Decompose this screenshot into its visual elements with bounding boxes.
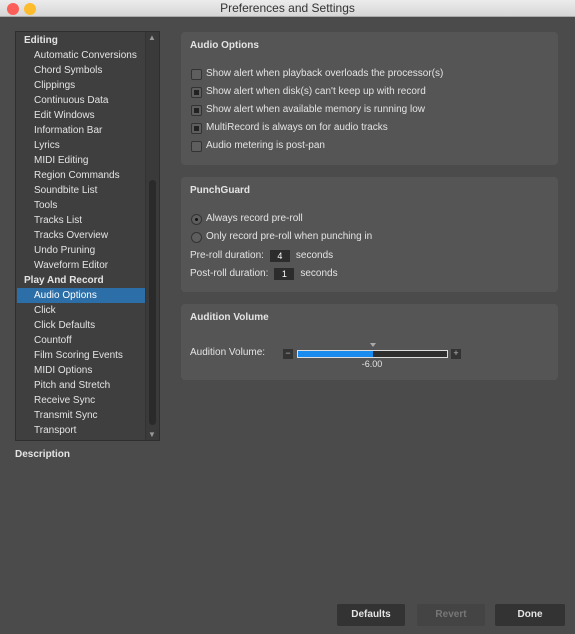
sidebar-item[interactable]: Countoff xyxy=(17,333,145,348)
defaults-button[interactable]: Defaults xyxy=(337,604,405,626)
sidebar-item[interactable]: Lyrics xyxy=(17,138,145,153)
checkbox-row[interactable]: MultiRecord is always on for audio track… xyxy=(191,121,388,135)
unit-label: seconds xyxy=(300,268,338,279)
title-bar: Preferences and Settings xyxy=(0,0,575,17)
sidebar-item[interactable]: MIDI Options xyxy=(17,363,145,378)
sidebar-group[interactable]: Play And Record xyxy=(17,273,145,288)
volume-fill xyxy=(298,351,373,357)
window-title: Preferences and Settings xyxy=(220,1,355,15)
punchguard-panel: PunchGuard Always record pre-roll Only r… xyxy=(181,177,558,292)
radio-button[interactable] xyxy=(191,231,202,243)
checkbox[interactable] xyxy=(191,86,202,98)
postroll-input[interactable]: 1 xyxy=(274,268,295,280)
scroll-thumb[interactable] xyxy=(149,180,156,425)
sidebar-item[interactable]: Chord Symbols xyxy=(17,63,145,78)
checkbox[interactable] xyxy=(191,140,202,152)
checkbox[interactable] xyxy=(191,104,202,116)
sidebar-item[interactable]: Soundbite List xyxy=(17,183,145,198)
audio-options-panel: Audio Options Show alert when playback o… xyxy=(181,32,558,165)
checkbox-label: Show alert when available memory is runn… xyxy=(206,104,425,115)
sidebar-item[interactable]: Transmit Sync xyxy=(17,408,145,423)
audition-volume-panel: Audition Volume Audition Volume: − + -6.… xyxy=(181,304,558,380)
panel-title: Audition Volume xyxy=(190,312,269,323)
sidebar-item[interactable]: Tracks List xyxy=(17,213,145,228)
description-label: Description xyxy=(15,449,71,460)
volume-value: -6.00 xyxy=(361,359,383,369)
audition-volume-label: Audition Volume: xyxy=(190,347,266,358)
minimize-button[interactable] xyxy=(24,3,36,15)
checkbox-row[interactable]: Show alert when playback overloads the p… xyxy=(191,67,443,81)
sidebar-item[interactable]: Receive Sync xyxy=(17,393,145,408)
sidebar-item[interactable]: Edit Windows xyxy=(17,108,145,123)
sidebar-item[interactable]: Pitch and Stretch xyxy=(17,378,145,393)
checkbox-row[interactable]: Show alert when available memory is runn… xyxy=(191,103,425,117)
sidebar-item[interactable]: Region Commands xyxy=(17,168,145,183)
sidebar-item[interactable]: Transport xyxy=(17,423,145,438)
unit-label: seconds xyxy=(295,250,334,261)
revert-button[interactable]: Revert xyxy=(417,604,485,626)
checkbox-label: MultiRecord is always on for audio track… xyxy=(206,122,388,133)
checkbox-label: Show alert when disk(s) can't keep up wi… xyxy=(206,86,426,97)
checkbox-row[interactable]: Audio metering is post-pan xyxy=(191,139,325,153)
checkbox[interactable] xyxy=(191,122,202,134)
panel-title: Audio Options xyxy=(190,40,259,51)
done-button[interactable]: Done xyxy=(495,604,565,626)
scroll-up-icon[interactable]: ▲ xyxy=(148,33,156,42)
sidebar-item[interactable]: Clippings xyxy=(17,78,145,93)
scroll-down-icon[interactable]: ▼ xyxy=(148,430,156,439)
category-list: Editing Automatic Conversions Chord Symbol… xyxy=(15,31,160,441)
preroll-label: Pre-roll duration: xyxy=(190,250,264,261)
sidebar-item[interactable]: Click xyxy=(17,303,145,318)
radio-button[interactable] xyxy=(191,213,202,225)
sidebar-item[interactable]: Tools xyxy=(17,198,145,213)
increase-volume-button[interactable]: + xyxy=(451,349,461,359)
panel-title: PunchGuard xyxy=(190,185,251,196)
radio-only-punching[interactable]: Only record pre-roll when punching in xyxy=(191,230,372,244)
radio-always-preroll[interactable]: Always record pre-roll xyxy=(191,212,303,226)
checkbox-row[interactable]: Show alert when disk(s) can't keep up wi… xyxy=(191,85,426,99)
checkbox-label: Show alert when playback overloads the p… xyxy=(206,68,444,79)
preroll-input[interactable]: 4 xyxy=(269,250,290,262)
radio-label: Always record pre-roll xyxy=(206,213,303,224)
sidebar-item[interactable]: Click Defaults xyxy=(17,318,145,333)
volume-slider[interactable] xyxy=(297,350,448,358)
postroll-label: Post-roll duration: xyxy=(190,268,269,279)
checkbox-label: Audio metering is post-pan xyxy=(206,140,325,151)
radio-label: Only record pre-roll when punching in xyxy=(206,231,373,242)
sidebar-item[interactable]: Tracks Overview xyxy=(17,228,145,243)
decrease-volume-button[interactable]: − xyxy=(283,349,293,359)
sidebar-item[interactable]: Waveform Editor xyxy=(17,258,145,273)
sidebar-item[interactable]: Information Bar xyxy=(17,123,145,138)
volume-marker-icon xyxy=(369,343,376,347)
sidebar-item[interactable]: Continuous Data xyxy=(17,93,145,108)
sidebar-item[interactable]: Automatic Conversions xyxy=(17,48,145,63)
close-button[interactable] xyxy=(7,3,19,15)
sidebar-item[interactable]: Film Scoring Events xyxy=(17,348,145,363)
sidebar-item[interactable]: Undo Pruning xyxy=(17,243,145,258)
sidebar-item[interactable]: Audio Options xyxy=(17,288,145,303)
checkbox[interactable] xyxy=(191,68,202,80)
scrollbar[interactable]: ▲ ▼ xyxy=(145,32,159,440)
sidebar-group[interactable]: Editing xyxy=(17,33,145,48)
sidebar-item[interactable]: MIDI Editing xyxy=(17,153,145,168)
